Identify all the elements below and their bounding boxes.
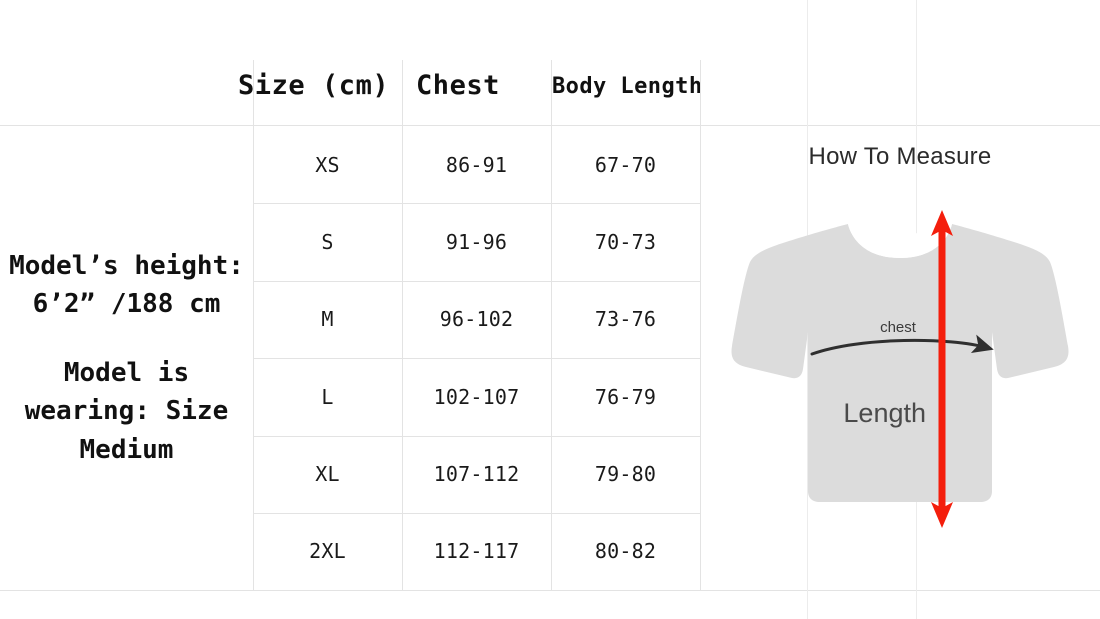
cell-size: XS	[315, 152, 340, 177]
cell-body-length: 79-80	[594, 461, 657, 486]
cell-body-length: 67-70	[594, 152, 657, 177]
how-to-measure-title: How To Measure	[808, 143, 992, 170]
column-header-body-length: Body Length	[552, 74, 703, 99]
table-row: XS 86-91 67-70	[253, 126, 700, 203]
column-header-chest: Chest	[416, 70, 500, 101]
cell-chest: 112-117	[433, 539, 520, 564]
cell-body-length: 73-76	[594, 307, 657, 332]
grid-line-horizontal-bottom	[0, 590, 1100, 591]
cell-chest: 107-112	[433, 461, 520, 486]
model-height-note: Model’s height: 6’2” /188 cm	[9, 250, 244, 320]
cell-body-length: 76-79	[594, 384, 657, 409]
cell-chest: 86-91	[445, 152, 508, 177]
tshirt-diagram: chest Length	[731, 210, 1069, 528]
cell-size: L	[321, 384, 334, 409]
cell-size: S	[321, 229, 334, 254]
chest-label: chest	[880, 319, 917, 336]
table-row: XL 107-112 79-80	[253, 435, 700, 512]
cell-chest: 96-102	[439, 307, 514, 332]
table-row: M 96-102 73-76	[253, 281, 700, 358]
tshirt-shape-icon	[731, 224, 1069, 502]
cell-body-length: 80-82	[594, 539, 657, 564]
cell-chest: 102-107	[433, 384, 520, 409]
table-row: L 102-107 76-79	[253, 358, 700, 435]
cell-body-length: 70-73	[594, 229, 657, 254]
model-wearing-note: Model is wearing: Size Medium	[24, 357, 229, 465]
cell-size: M	[321, 307, 334, 332]
table-header-row: Size (cm) Chest Body Length	[0, 0, 1100, 125]
cell-size: XL	[315, 461, 340, 486]
cell-size: 2XL	[309, 539, 346, 564]
column-header-size: Size (cm)	[238, 70, 390, 101]
cell-chest: 91-96	[445, 229, 508, 254]
length-label: Length	[843, 398, 926, 428]
model-info-panel: Model’s height: 6’2” /188 cm Model is we…	[0, 126, 253, 590]
size-chart-table: XS 86-91 67-70 S 91-96 70-73 M 96-102 73…	[253, 126, 700, 590]
table-row: 2XL 112-117 80-82	[253, 513, 700, 590]
table-row: S 91-96 70-73	[253, 203, 700, 280]
how-to-measure-panel: How To Measure chest Length	[700, 126, 1100, 590]
